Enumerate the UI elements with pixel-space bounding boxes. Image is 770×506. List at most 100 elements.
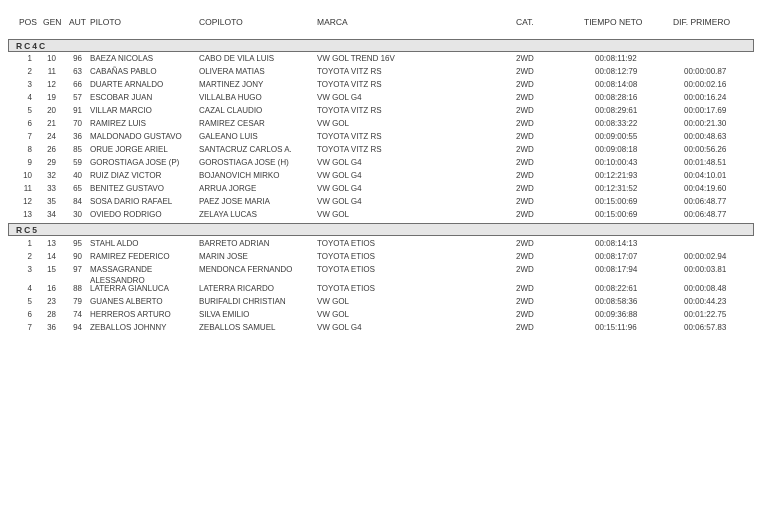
- col-header-aut: AUT: [69, 17, 86, 27]
- aut-cell: 40: [73, 171, 82, 180]
- marca-cell: VW GOL G4: [317, 197, 362, 206]
- marca-cell: TOYOTA VITZ RS: [317, 67, 382, 76]
- aut-cell: 90: [73, 252, 82, 261]
- gen-cell: 10: [47, 54, 56, 63]
- tiempo-neto-cell: 00:15:11:96: [595, 323, 637, 332]
- gen-cell: 29: [47, 158, 56, 167]
- copiloto-cell: MARTINEZ JONY: [199, 80, 264, 89]
- dif-primero-cell: 00:01:22.75: [684, 310, 727, 319]
- piloto-cell: GUANES ALBERTO: [90, 297, 163, 306]
- copiloto-cell: GALEANO LUIS: [199, 132, 258, 141]
- table-row: 4 16 88 LATERRA GIANLUCA LATERRA RICARDO TOYO…: [0, 283, 770, 295]
- table-row: 5 23 79 GUANES ALBERTO BURIFALDI CHRISTIAN VW…: [0, 296, 770, 308]
- copiloto-cell: CABO DE VILA LUIS: [199, 54, 275, 63]
- col-header-piloto: PILOTO: [90, 17, 122, 27]
- pos-cell: 10: [23, 171, 32, 180]
- dif-primero-cell: 00:00:56.26: [684, 145, 727, 154]
- gen-cell: 32: [47, 171, 56, 180]
- marca-cell: TOYOTA VITZ RS: [317, 80, 382, 89]
- copiloto-cell: MARIN JOSE: [199, 252, 248, 261]
- cat-cell: 2WD: [516, 239, 534, 248]
- cat-cell: 2WD: [516, 184, 534, 193]
- pos-cell: 13: [23, 210, 32, 219]
- piloto-cell: ESCOBAR JUAN: [90, 93, 153, 102]
- copiloto-cell: VILLALBA HUGO: [199, 93, 262, 102]
- gen-cell: 20: [47, 106, 56, 115]
- tiempo-neto-cell: 00:12:21:93: [595, 171, 638, 180]
- dif-primero-cell: 00:00:44.23: [684, 297, 727, 306]
- col-header-pos: POS: [19, 17, 37, 27]
- tiempo-neto-cell: 00:08:33:22: [595, 119, 638, 128]
- marca-cell: TOYOTA ETIOS: [317, 252, 375, 261]
- table-row: 12 35 84 SOSA DARIO RAFAEL PAEZ JOSE MARIA VW…: [0, 196, 770, 208]
- copiloto-cell: LATERRA RICARDO: [199, 284, 274, 293]
- copiloto-cell: SANTACRUZ CARLOS A.: [199, 145, 292, 154]
- aut-cell: 70: [73, 119, 82, 128]
- col-header-cat: CAT.: [516, 17, 534, 27]
- dif-primero-cell: 00:00:21.30: [684, 119, 727, 128]
- pos-cell: 8: [27, 145, 32, 154]
- section-title: RC4C: [16, 41, 48, 51]
- marca-cell: TOYOTA VITZ RS: [317, 145, 382, 154]
- table-row: 6 21 70 RAMIREZ LUIS RAMIREZ CESAR VW GOL 2WD 0…: [0, 118, 770, 130]
- marca-cell: VW GOL G4: [317, 184, 362, 193]
- copiloto-cell: ZELAYA LUCAS: [199, 210, 257, 219]
- dif-primero-cell: 00:00:16.24: [684, 93, 727, 102]
- table-row: 3 12 66 DUARTE ARNALDO MARTINEZ JONY TOYOTA V…: [0, 79, 770, 91]
- pos-cell: 6: [27, 119, 32, 128]
- gen-cell: 15: [47, 265, 56, 274]
- dif-primero-cell: 00:04:19.60: [684, 184, 727, 193]
- marca-cell: VW GOL G4: [317, 158, 362, 167]
- aut-cell: 96: [73, 54, 82, 63]
- cat-cell: 2WD: [516, 158, 534, 167]
- gen-cell: 28: [47, 310, 56, 319]
- aut-cell: 97: [73, 265, 82, 274]
- col-header-marca: MARCA: [317, 17, 348, 27]
- aut-cell: 59: [73, 158, 82, 167]
- table-row: 2 11 63 CABAÑAS PABLO OLIVERA MATIAS TOYOTA V…: [0, 66, 770, 78]
- marca-cell: VW GOL TREND 16V: [317, 54, 395, 63]
- cat-cell: 2WD: [516, 252, 534, 261]
- piloto-cell: LATERRA GIANLUCA: [90, 284, 169, 293]
- cat-cell: 2WD: [516, 106, 534, 115]
- tiempo-neto-cell: 00:08:17:07: [595, 252, 638, 261]
- pos-cell: 2: [27, 67, 32, 76]
- dif-primero-cell: 00:00:02.94: [684, 252, 727, 261]
- cat-cell: 2WD: [516, 171, 534, 180]
- aut-cell: 57: [73, 93, 82, 102]
- marca-cell: TOYOTA ETIOS: [317, 265, 375, 274]
- section-header-rc4c: RC4C: [8, 39, 754, 52]
- aut-cell: 95: [73, 239, 82, 248]
- piloto-cell: RAMIREZ LUIS: [90, 119, 147, 128]
- table-row: 8 26 85 ORUE JORGE ARIEL SANTACRUZ CARLOS A.…: [0, 144, 770, 156]
- dif-primero-cell: 00:00:00.87: [684, 67, 727, 76]
- piloto-cell: HERREROS ARTURO: [90, 310, 171, 319]
- gen-cell: 26: [47, 145, 56, 154]
- copiloto-cell: CAZAL CLAUDIO: [199, 106, 263, 115]
- tiempo-neto-cell: 00:08:58:36: [595, 297, 638, 306]
- cat-cell: 2WD: [516, 284, 534, 293]
- aut-cell: 30: [73, 210, 82, 219]
- table-row: 13 34 30 OVIEDO RODRIGO ZELAYA LUCAS VW GOL 2W…: [0, 209, 770, 221]
- marca-cell: VW GOL: [317, 310, 350, 319]
- dif-primero-cell: 00:00:17.69: [684, 106, 727, 115]
- copiloto-cell: BARRETO ADRIAN: [199, 239, 270, 248]
- dif-primero-cell: 00:00:03.81: [684, 265, 727, 274]
- tiempo-neto-cell: 00:15:00:69: [595, 197, 638, 206]
- piloto-cell: ZEBALLOS JOHNNY: [90, 323, 167, 332]
- piloto-cell: MALDONADO GUSTAVO: [90, 132, 182, 141]
- aut-cell: 36: [73, 132, 82, 141]
- copiloto-cell: BOJANOVICH MIRKO: [199, 171, 280, 180]
- tiempo-neto-cell: 00:08:12:79: [595, 67, 638, 76]
- gen-cell: 36: [47, 323, 56, 332]
- tiempo-neto-cell: 00:09:00:55: [595, 132, 638, 141]
- dif-primero-cell: 00:00:02.16: [684, 80, 727, 89]
- cat-cell: 2WD: [516, 93, 534, 102]
- piloto-cell: STAHL ALDO: [90, 239, 139, 248]
- copiloto-cell: OLIVERA MATIAS: [199, 67, 265, 76]
- pos-cell: 11: [23, 184, 32, 193]
- marca-cell: VW GOL G4: [317, 93, 362, 102]
- pos-cell: 6: [27, 310, 32, 319]
- aut-cell: 63: [73, 67, 82, 76]
- table-row: 10 32 40 RUIZ DIAZ VICTOR BOJANOVICH MIRKO VW…: [0, 170, 770, 182]
